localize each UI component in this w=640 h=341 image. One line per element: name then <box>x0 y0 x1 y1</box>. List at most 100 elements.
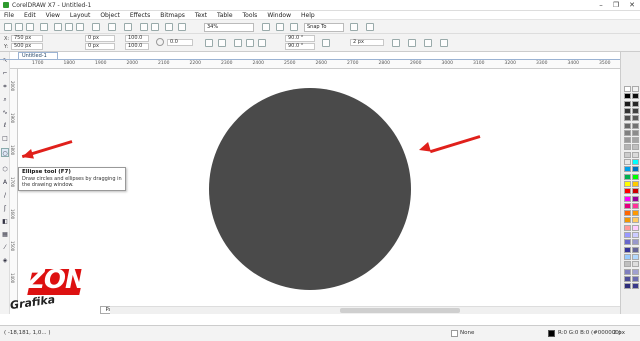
palette-swatch[interactable] <box>632 217 639 224</box>
zoom-tool-icon[interactable]: ⌕ <box>1 95 9 104</box>
palette-swatch[interactable] <box>624 246 631 253</box>
full-screen-icon[interactable] <box>262 23 270 31</box>
launch-icon[interactable] <box>366 23 374 31</box>
menu-effects[interactable]: Effects <box>130 11 150 19</box>
horizontal-ruler[interactable]: 1700 1800 1900 2000 2100 2200 2300 2400 2500 2600… <box>10 60 620 69</box>
menu-help[interactable]: Help <box>301 11 315 19</box>
palette-swatch[interactable] <box>632 173 639 180</box>
palette-swatch[interactable] <box>624 224 631 231</box>
palette-swatch[interactable] <box>624 188 631 195</box>
undo-icon[interactable] <box>92 23 100 31</box>
change-direction-icon[interactable] <box>322 39 330 47</box>
connector-tool-icon[interactable]: ʃ <box>1 204 9 213</box>
parallel-dimension-tool-icon[interactable]: / <box>1 191 9 200</box>
palette-swatch[interactable] <box>624 275 631 282</box>
snap-to-select[interactable]: Snap To <box>304 23 344 32</box>
arc-mode-icon[interactable] <box>258 39 266 47</box>
menu-text[interactable]: Text <box>195 11 207 19</box>
outline-width-field[interactable]: 2 px <box>350 39 384 46</box>
to-back-icon[interactable] <box>424 39 432 47</box>
height-field[interactable]: 0 px <box>85 43 115 50</box>
menu-layout[interactable]: Layout <box>70 11 90 19</box>
palette-swatch[interactable] <box>624 144 631 151</box>
artistic-media-tool-icon[interactable]: ℓ <box>1 121 9 130</box>
palette-swatch[interactable] <box>632 100 639 107</box>
to-front-icon[interactable] <box>408 39 416 47</box>
palette-swatch[interactable] <box>624 86 631 92</box>
scale-y-field[interactable]: 100.0 <box>125 43 149 50</box>
palette-swatch[interactable] <box>632 239 639 246</box>
palette-swatch[interactable] <box>624 268 631 275</box>
text-tool-icon[interactable]: A <box>1 178 9 187</box>
palette-swatch[interactable] <box>632 86 639 92</box>
convert-to-curves-icon[interactable] <box>440 39 448 47</box>
options-icon[interactable] <box>350 23 358 31</box>
palette-swatch[interactable] <box>632 232 639 238</box>
open-icon[interactable] <box>15 23 23 31</box>
application-launcher-icon[interactable] <box>178 23 186 31</box>
palette-swatch[interactable] <box>624 129 631 136</box>
freehand-tool-icon[interactable]: ∿ <box>1 108 9 117</box>
menu-bitmaps[interactable]: Bitmaps <box>160 11 185 19</box>
palette-swatch[interactable] <box>632 268 639 275</box>
palette-swatch[interactable] <box>624 202 631 209</box>
palette-swatch[interactable] <box>624 137 631 144</box>
palette-swatch[interactable] <box>632 180 639 187</box>
new-document-icon[interactable] <box>4 23 12 31</box>
palette-swatch[interactable] <box>632 151 639 158</box>
start-angle-field[interactable]: 90.0 ° <box>285 35 315 42</box>
palette-swatch[interactable] <box>624 100 631 107</box>
palette-swatch[interactable] <box>624 217 631 224</box>
palette-swatch[interactable] <box>632 159 639 165</box>
palette-swatch[interactable] <box>632 93 639 100</box>
pick-tool-icon[interactable]: ↖ <box>1 56 9 65</box>
y-position-field[interactable]: 500 px <box>11 43 43 50</box>
scrollbar-thumb[interactable] <box>340 308 460 313</box>
palette-swatch[interactable] <box>632 137 639 144</box>
palette-swatch[interactable] <box>624 195 631 202</box>
palette-swatch[interactable] <box>624 239 631 246</box>
palette-swatch[interactable] <box>624 283 631 290</box>
palette-swatch[interactable] <box>624 232 631 238</box>
palette-swatch[interactable] <box>632 188 639 195</box>
import-icon[interactable] <box>140 23 148 31</box>
width-field[interactable]: 0 px <box>85 35 115 42</box>
palette-swatch[interactable] <box>624 151 631 158</box>
palette-swatch[interactable] <box>624 210 631 217</box>
palette-swatch[interactable] <box>624 159 631 165</box>
rotation-field[interactable]: 0.0 <box>167 39 193 46</box>
wrap-text-icon[interactable] <box>392 39 400 47</box>
print-icon[interactable] <box>40 23 48 31</box>
close-button[interactable]: ✕ <box>625 0 639 10</box>
palette-swatch[interactable] <box>632 195 639 202</box>
paste-icon[interactable] <box>76 23 84 31</box>
palette-swatch[interactable] <box>632 122 639 129</box>
menu-window[interactable]: Window <box>267 11 291 19</box>
mirror-horizontal-icon[interactable] <box>205 39 213 47</box>
palette-swatch[interactable] <box>632 224 639 231</box>
export-icon[interactable] <box>151 23 159 31</box>
grid-icon[interactable] <box>290 23 298 31</box>
menu-edit[interactable]: Edit <box>24 11 36 19</box>
pie-mode-icon[interactable] <box>246 39 254 47</box>
crop-tool-icon[interactable]: ⌗ <box>1 82 9 91</box>
restore-button[interactable]: ❐ <box>609 0 623 10</box>
palette-swatch[interactable] <box>624 173 631 180</box>
palette-swatch[interactable] <box>632 115 639 122</box>
cut-icon[interactable] <box>54 23 62 31</box>
palette-swatch[interactable] <box>632 283 639 290</box>
palette-swatch[interactable] <box>632 166 639 173</box>
shape-tool-icon[interactable]: ⌐ <box>1 69 9 78</box>
palette-swatch[interactable] <box>632 129 639 136</box>
palette-swatch[interactable] <box>632 144 639 151</box>
menu-view[interactable]: View <box>46 11 60 19</box>
palette-swatch[interactable] <box>632 261 639 268</box>
menu-tools[interactable]: Tools <box>243 11 258 19</box>
drop-shadow-tool-icon[interactable]: ◧ <box>1 217 9 226</box>
palette-swatch[interactable] <box>624 180 631 187</box>
rectangle-tool-icon[interactable]: □ <box>1 134 9 143</box>
menu-object[interactable]: Object <box>100 11 120 19</box>
menu-file[interactable]: File <box>4 11 14 19</box>
transparency-tool-icon[interactable]: ▦ <box>1 230 9 239</box>
ellipse-mode-icon[interactable] <box>234 39 242 47</box>
